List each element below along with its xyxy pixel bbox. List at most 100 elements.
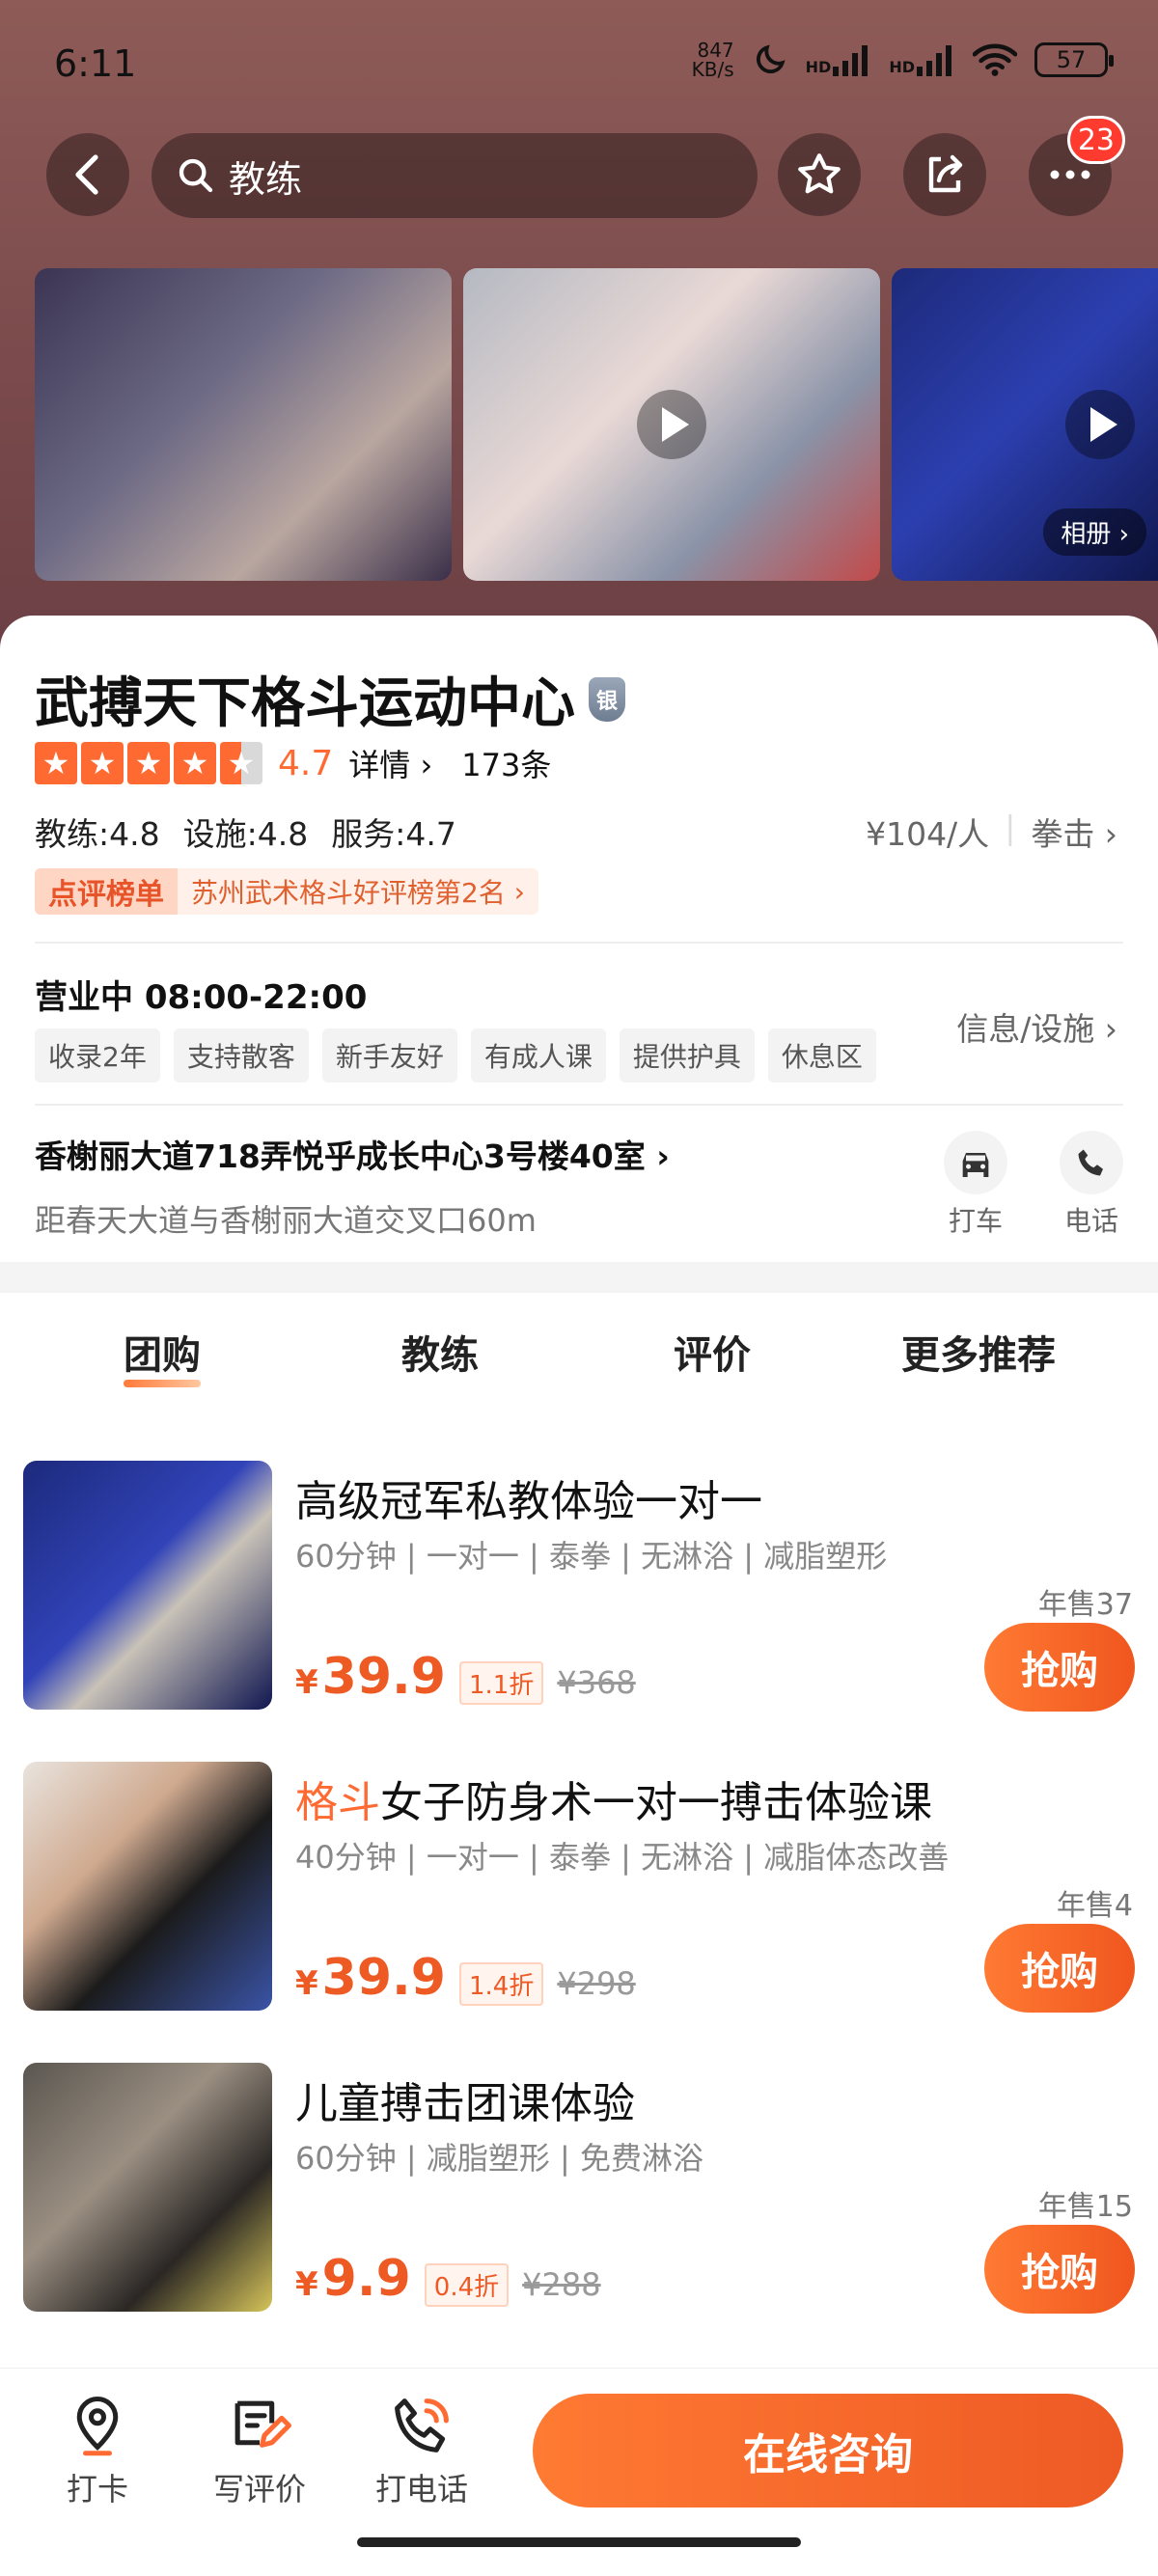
deal-price: ¥ 39.9 1.4折 ¥298 bbox=[295, 1949, 636, 2007]
search-icon bbox=[179, 158, 213, 193]
net-speed: 847 KB/s bbox=[692, 41, 734, 79]
hd-label-2: HD bbox=[889, 58, 915, 76]
more-button[interactable]: 23 bbox=[1029, 116, 1125, 216]
ranking-text-label: 苏州武术格斗好评榜第2名 bbox=[191, 877, 506, 909]
deal-item[interactable]: 格斗女子防身术一对一搏击体验课 40分钟 | 一对一 | 泰拳 | 无淋浴 | … bbox=[0, 1762, 1158, 2051]
address-link[interactable]: 香榭丽大道718弄悦乎成长中心3号楼40室 › bbox=[35, 1131, 670, 1177]
phone-button[interactable]: 电话 bbox=[1058, 1131, 1125, 1239]
facility-score: 设施:4.8 bbox=[182, 815, 309, 853]
taxi-button[interactable]: 打车 bbox=[942, 1131, 1009, 1239]
write-review-label: 写评价 bbox=[212, 2471, 306, 2507]
deal-sold: 年售37 bbox=[1037, 1588, 1133, 1622]
deal-meta: 40分钟 | 一对一 | 泰拳 | 无淋浴 | 减脂体态改善 bbox=[295, 1839, 950, 1876]
status-bar: 6:11 847 KB/s HD HD 57 bbox=[0, 0, 1158, 130]
deal-item[interactable]: 儿童搏击团课体验 60分钟 | 减脂塑形 | 免费淋浴 年售15 ¥ 9.9 0… bbox=[0, 2063, 1158, 2352]
deal-title: 格斗女子防身术一对一搏击体验课 bbox=[295, 1768, 932, 1829]
original-price: ¥298 bbox=[557, 1965, 636, 2002]
price-value: 9.9 bbox=[321, 2250, 411, 2308]
hd-label-1: HD bbox=[805, 58, 832, 76]
star-half-icon: ★ bbox=[220, 742, 262, 784]
deal-thumbnail bbox=[23, 2063, 272, 2312]
online-consult-button[interactable]: 在线咨询 bbox=[533, 2394, 1123, 2507]
deal-thumbnail bbox=[23, 1461, 272, 1710]
address-text: 香榭丽大道718弄悦乎成长中心3号楼40室 bbox=[35, 1137, 646, 1175]
write-review-button[interactable]: 写评价 bbox=[207, 2394, 313, 2509]
tab-group-buy[interactable]: 团购 bbox=[124, 1324, 201, 1387]
star-icon bbox=[798, 153, 841, 194]
star-icon: ★ bbox=[174, 742, 216, 784]
divider bbox=[35, 1104, 1123, 1106]
edit-icon bbox=[234, 2400, 291, 2448]
review-count: 173条 bbox=[461, 747, 552, 783]
deal-item[interactable]: 高级冠军私教体验一对一 60分钟 | 一对一 | 泰拳 | 无淋浴 | 减脂塑形… bbox=[0, 1461, 1158, 1750]
tab-coaches[interactable]: 教练 bbox=[401, 1324, 479, 1380]
checkin-label: 打卡 bbox=[66, 2471, 128, 2507]
buy-button[interactable]: 抢购 bbox=[984, 1623, 1135, 1712]
back-button[interactable] bbox=[46, 133, 129, 216]
feature-tags: 收录2年 支持散客 新手友好 有成人课 提供护具 休息区 bbox=[35, 1028, 876, 1082]
price-value: 39.9 bbox=[321, 1648, 446, 1706]
deal-sold: 年售4 bbox=[1056, 1889, 1133, 1923]
checkin-button[interactable]: 打卡 bbox=[44, 2394, 151, 2509]
play-icon bbox=[1065, 390, 1135, 459]
buy-button[interactable]: 抢购 bbox=[984, 2225, 1135, 2314]
info-link-label: 信息/设施 bbox=[956, 1010, 1095, 1048]
category-link[interactable]: 拳击 › bbox=[1031, 808, 1117, 855]
album-label: 相册 bbox=[1061, 520, 1112, 549]
price-category[interactable]: ¥104/人 | 拳击 › bbox=[866, 808, 1117, 855]
deal-price: ¥ 39.9 1.1折 ¥368 bbox=[295, 1648, 636, 1706]
feature-tag: 有成人课 bbox=[470, 1028, 606, 1082]
deal-title: 高级冠军私教体验一对一 bbox=[295, 1466, 762, 1528]
favorite-button[interactable] bbox=[778, 133, 861, 216]
star-icon: ★ bbox=[81, 742, 124, 784]
deal-price: ¥ 9.9 0.4折 ¥288 bbox=[295, 2250, 601, 2308]
gallery-video-2[interactable]: 相册 › bbox=[892, 268, 1158, 581]
rating-row[interactable]: ★ ★ ★ ★ ★ 4.7 详情 › 173条 bbox=[35, 741, 551, 785]
star-icon: ★ bbox=[35, 742, 77, 784]
star-icon: ★ bbox=[127, 742, 170, 784]
album-button[interactable]: 相册 › bbox=[1043, 508, 1146, 556]
feature-tag: 支持散客 bbox=[173, 1028, 309, 1082]
more-dots-icon bbox=[1050, 170, 1090, 179]
nav-bar: 教练 23 bbox=[0, 116, 1158, 220]
feature-tag: 新手友好 bbox=[321, 1028, 457, 1082]
level-badge: 银 bbox=[589, 676, 625, 722]
home-indicator[interactable] bbox=[357, 2537, 801, 2547]
buy-button[interactable]: 抢购 bbox=[984, 1924, 1135, 2013]
shop-info-card: 武搏天下格斗运动中心 银 ★ ★ ★ ★ ★ 4.7 详情 › 173条 教练:… bbox=[0, 616, 1158, 1262]
status-time: 6:11 bbox=[54, 42, 137, 85]
tab-reviews[interactable]: 评价 bbox=[674, 1324, 751, 1380]
original-price: ¥368 bbox=[557, 1664, 636, 1701]
ranking-text: 苏州武术格斗好评榜第2名 › bbox=[178, 868, 538, 915]
details-link[interactable]: 详情 › bbox=[348, 741, 432, 785]
coach-score: 教练:4.8 bbox=[35, 815, 160, 853]
deal-title-highlight: 格斗 bbox=[295, 1778, 380, 1827]
star-rating: ★ ★ ★ ★ ★ bbox=[35, 742, 262, 784]
signal-icon-1: HD bbox=[806, 43, 872, 76]
deal-title-text: 高级冠军私教体验一对一 bbox=[295, 1477, 762, 1526]
deal-title-text: 儿童搏击团课体验 bbox=[295, 2079, 635, 2128]
tab-more[interactable]: 更多推荐 bbox=[901, 1324, 1056, 1380]
original-price: ¥288 bbox=[522, 2266, 601, 2303]
feature-tag: 提供护具 bbox=[619, 1028, 755, 1082]
ranking-banner[interactable]: 点评榜单 苏州武术格斗好评榜第2名 › bbox=[35, 868, 538, 915]
business-hours: 营业中 08:00-22:00 bbox=[35, 978, 368, 1017]
gallery-video-1[interactable] bbox=[463, 268, 880, 581]
info-facilities-link[interactable]: 信息/设施 › bbox=[956, 1003, 1117, 1050]
moon-icon bbox=[756, 44, 786, 73]
search-bar[interactable]: 教练 bbox=[152, 133, 758, 218]
call-button[interactable]: 打电话 bbox=[369, 2394, 475, 2509]
shop-title: 武搏天下格斗运动中心 银 bbox=[35, 660, 625, 738]
service-score: 服务:4.7 bbox=[331, 815, 456, 853]
gallery-photo-1[interactable] bbox=[35, 268, 452, 581]
signal-icon-2: HD bbox=[889, 43, 955, 76]
ranking-tag: 点评榜单 bbox=[35, 868, 178, 915]
section-gap bbox=[0, 1262, 1158, 1293]
sub-scores: 教练:4.8 设施:4.8 服务:4.7 bbox=[35, 808, 456, 855]
share-icon bbox=[928, 154, 963, 193]
deal-thumbnail bbox=[23, 1762, 272, 2011]
phone-label: 电话 bbox=[1063, 1205, 1118, 1237]
share-button[interactable] bbox=[903, 133, 986, 216]
price-currency: ¥ bbox=[295, 1964, 318, 2003]
details-label: 详情 bbox=[348, 747, 411, 783]
